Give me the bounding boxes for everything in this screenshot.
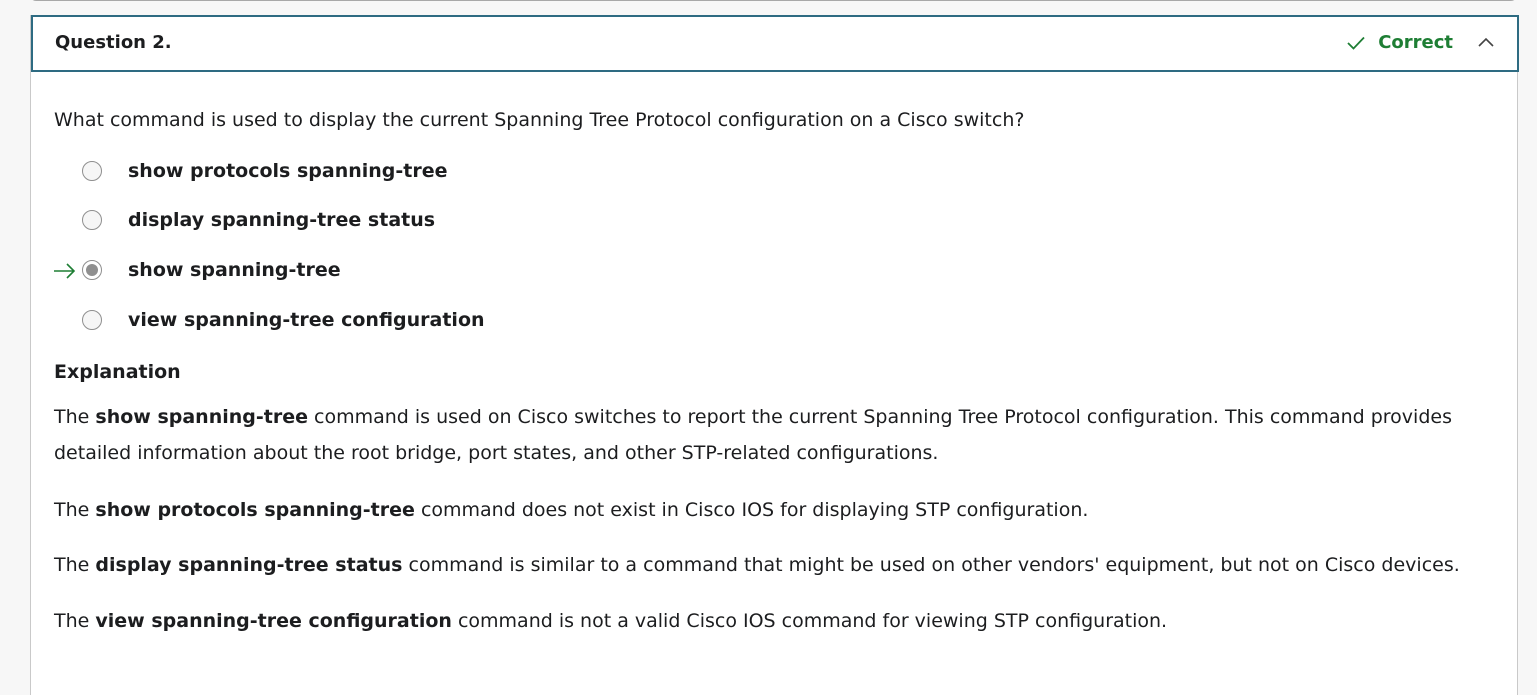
explanation-heading: Explanation bbox=[54, 361, 181, 383]
explanation-paragraph: The show spanning-tree command is used o… bbox=[54, 406, 1452, 464]
answer-option-label: display spanning-tree status bbox=[128, 209, 436, 231]
answer-option-label: show spanning-tree bbox=[128, 259, 341, 281]
radio-button[interactable] bbox=[82, 161, 102, 181]
status-badge: Correct bbox=[1346, 32, 1453, 54]
question-text: What command is used to display the curr… bbox=[54, 109, 1025, 131]
explanation-paragraph: The view spanning-tree configuration com… bbox=[54, 610, 1168, 632]
answer-option[interactable]: view spanning-tree configuration bbox=[51, 306, 751, 336]
previous-question-card-edge bbox=[30, 0, 1517, 1]
question-card: Question 2. Correct What command is used… bbox=[30, 15, 1519, 695]
answer-option[interactable]: show protocols spanning-tree bbox=[51, 157, 751, 187]
answer-option[interactable]: display spanning-tree status bbox=[51, 206, 751, 236]
radio-button[interactable] bbox=[82, 310, 102, 330]
radio-button[interactable] bbox=[82, 210, 102, 230]
status-label: Correct bbox=[1378, 32, 1453, 53]
question-header[interactable]: Question 2. Correct bbox=[31, 15, 1519, 72]
answer-option-label: view spanning-tree configuration bbox=[128, 309, 485, 331]
answer-option-label: show protocols spanning-tree bbox=[128, 160, 448, 182]
checkmark-icon bbox=[1347, 36, 1365, 50]
radio-button-checked[interactable] bbox=[82, 260, 102, 280]
question-title: Question 2. bbox=[55, 32, 172, 53]
arrow-right-icon bbox=[54, 263, 76, 279]
chevron-up-icon[interactable] bbox=[1477, 36, 1495, 50]
explanation-paragraph: The display spanning-tree status command… bbox=[54, 554, 1460, 576]
explanation-paragraph: The show protocols spanning-tree command… bbox=[54, 499, 1089, 521]
answer-option-selected[interactable]: show spanning-tree bbox=[51, 256, 751, 286]
